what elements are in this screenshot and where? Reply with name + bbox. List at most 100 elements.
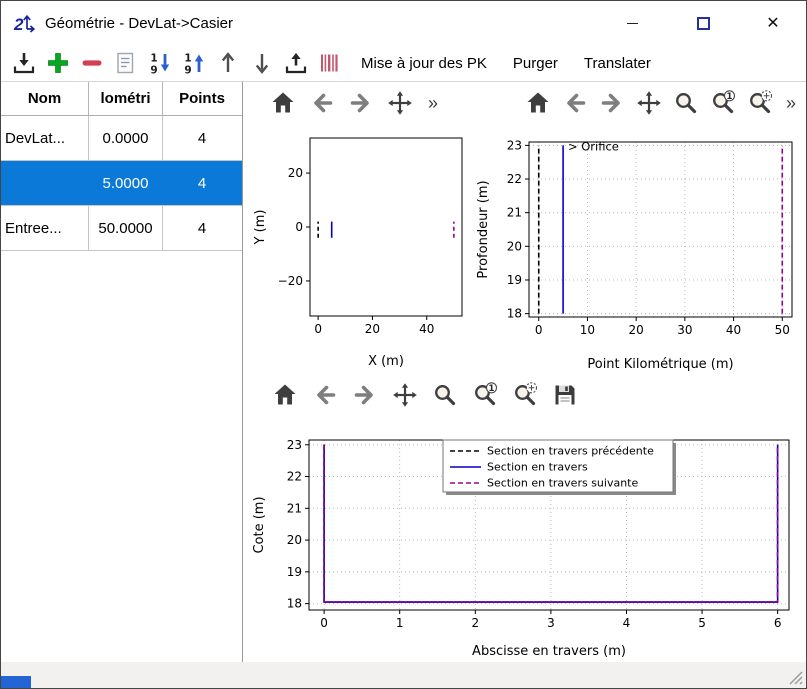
import-icon (11, 50, 37, 76)
move-up-button[interactable] (214, 50, 241, 77)
svg-text:−20: −20 (278, 274, 303, 288)
forward-icon (599, 90, 625, 116)
edit-notes-button[interactable] (112, 50, 139, 77)
svg-text:21: 21 (507, 206, 522, 220)
cross-save-button[interactable] (551, 382, 578, 409)
maximize-button[interactable] (682, 8, 724, 38)
column-header-points[interactable]: Points (163, 82, 241, 115)
svg-text:Section en travers précédente: Section en travers précédente (487, 445, 654, 458)
maximize-icon (697, 17, 710, 30)
svg-text:Section en travers: Section en travers (487, 461, 588, 474)
plan-forward-button[interactable] (347, 90, 374, 117)
plan-back-button[interactable] (308, 90, 335, 117)
update-pk-button[interactable]: Mise à jour des PK (361, 55, 487, 72)
profile-zoom-selection-button[interactable] (746, 90, 773, 117)
cross-back-button[interactable] (311, 382, 338, 409)
cell-points: 4 (163, 116, 241, 160)
svg-text:50: 50 (775, 323, 790, 337)
titlebar[interactable]: 2 Géométrie - DevLat->Casier ✕ (1, 1, 806, 45)
svg-text:19: 19 (507, 273, 522, 287)
minimize-icon (627, 23, 638, 24)
column-header-pk[interactable]: lométri (89, 82, 163, 115)
profile-zoom-button[interactable] (672, 90, 699, 117)
svg-text:10: 10 (580, 323, 595, 337)
svg-text:5: 5 (698, 616, 706, 630)
plan-chart-toolbar: » (269, 86, 441, 120)
svg-text:2: 2 (13, 15, 24, 34)
svg-text:20: 20 (288, 166, 303, 180)
pk-marks-button[interactable] (316, 50, 343, 77)
plan-overflow-button[interactable]: » (425, 90, 441, 117)
svg-text:Profondeur (m): Profondeur (m) (476, 180, 491, 278)
profile-back-button[interactable] (561, 90, 588, 117)
geometry-row[interactable]: DevLat...0.00004 (1, 116, 242, 161)
geometry-row[interactable]: 5.00004 (1, 161, 242, 206)
svg-text:18: 18 (507, 307, 522, 321)
sections-table: Nom lométri Points DevLat...0.000045.000… (1, 82, 243, 662)
move-down-icon (249, 50, 275, 76)
sort-descending-button[interactable] (146, 50, 173, 77)
longitudinal-profile-chart[interactable]: 01020304050181920212223Point Kilométriqu… (471, 120, 804, 375)
svg-text:23: 23 (507, 138, 522, 152)
cross-section-chart[interactable]: 0123456181920212223Abscisse en travers (… (247, 430, 803, 662)
svg-text:Cote (m): Cote (m) (252, 496, 267, 553)
table-header: Nom lométri Points (1, 82, 242, 116)
cross-home-button[interactable] (271, 382, 298, 409)
profile-pan-button[interactable] (635, 90, 662, 117)
cross-forward-button[interactable] (351, 382, 378, 409)
import-button[interactable] (10, 50, 37, 77)
svg-text:18: 18 (287, 597, 302, 611)
barcode-icon (317, 50, 343, 76)
plan-view-chart[interactable]: 02040−20020X (m)Y (m) (248, 120, 468, 372)
cell-nom (1, 161, 89, 205)
profile-home-button[interactable] (524, 90, 551, 117)
minimize-button[interactable] (611, 8, 653, 38)
svg-text:Abscisse en travers (m): Abscisse en travers (m) (472, 644, 626, 659)
cross-zoom-selection-button[interactable] (511, 382, 538, 409)
profile-overflow-button[interactable]: » (783, 90, 799, 117)
zoom-one-icon (710, 90, 736, 116)
resize-grip[interactable] (788, 670, 803, 685)
svg-text:22: 22 (507, 172, 522, 186)
cell-points: 4 (163, 161, 241, 205)
plan-pan-button[interactable] (386, 90, 413, 117)
charts-area: » » 02040−20020X (m)Y (m) 01020304050181… (243, 82, 806, 662)
move-up-icon (215, 50, 241, 76)
svg-text:0: 0 (535, 323, 543, 337)
translate-button[interactable]: Translater (584, 55, 651, 72)
export-button[interactable] (282, 50, 309, 77)
column-header-nom[interactable]: Nom (1, 82, 89, 115)
close-button[interactable]: ✕ (752, 8, 794, 38)
zoom-sel-icon (747, 90, 773, 116)
zoom-one-icon (472, 382, 498, 408)
main-toolbar-text-buttons: Mise à jour des PK Purger Translater (361, 55, 651, 72)
geometry-row[interactable]: Entree...50.00004 (1, 206, 242, 251)
svg-text:40: 40 (726, 323, 741, 337)
cross-zoom-button[interactable] (431, 382, 458, 409)
cell-nom: DevLat... (1, 116, 89, 160)
sort-desc-icon (147, 50, 173, 76)
svg-text:21: 21 (287, 501, 302, 515)
plan-home-button[interactable] (269, 90, 296, 117)
export-icon (283, 50, 309, 76)
svg-text:0: 0 (314, 322, 322, 336)
svg-text:3: 3 (547, 616, 555, 630)
cross-pan-button[interactable] (391, 382, 418, 409)
add-row-button[interactable] (44, 50, 71, 77)
svg-text:2: 2 (471, 616, 479, 630)
cross-zoom-one-button[interactable] (471, 382, 498, 409)
pan-icon (392, 382, 418, 408)
remove-row-button[interactable] (78, 50, 105, 77)
pan-icon (636, 90, 662, 116)
main-toolbar: Mise à jour des PK Purger Translater (1, 45, 806, 82)
move-down-button[interactable] (248, 50, 275, 77)
profile-zoom-one-button[interactable] (709, 90, 736, 117)
purge-button[interactable]: Purger (513, 55, 558, 72)
background-window-fragment (1, 676, 31, 688)
forward-icon (348, 90, 374, 116)
cell-pk: 5.0000 (89, 161, 163, 205)
add-icon (45, 50, 71, 76)
profile-forward-button[interactable] (598, 90, 625, 117)
notes-icon (113, 50, 139, 76)
sort-ascending-button[interactable] (180, 50, 207, 77)
